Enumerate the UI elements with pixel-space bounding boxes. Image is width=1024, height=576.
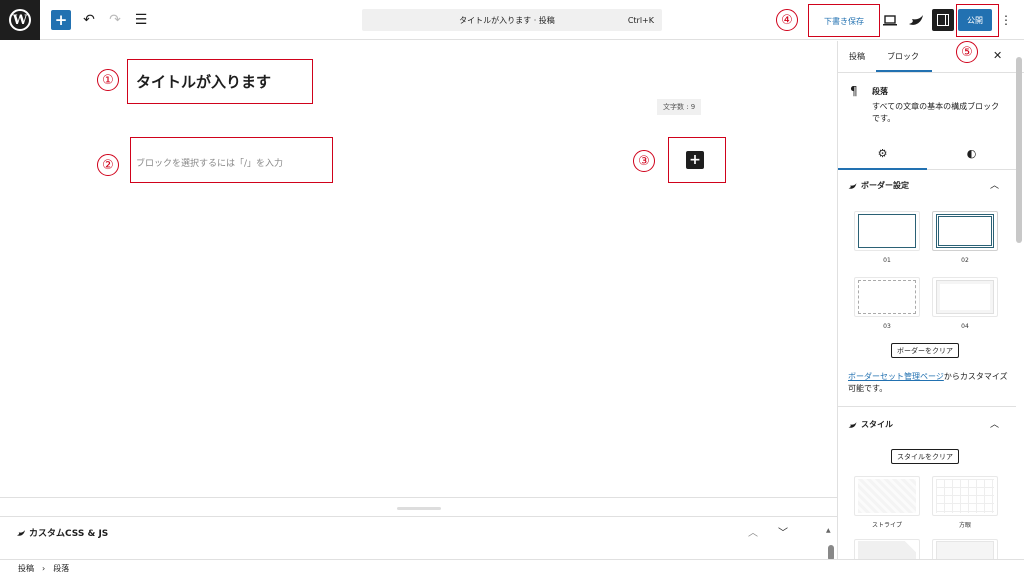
move-down-icon[interactable]: ﹀ — [778, 524, 788, 539]
block-inspector-tabs: ⚙ ◐ — [838, 138, 1016, 170]
metabox-title-label: カスタムCSS & JS — [29, 529, 109, 539]
settings-sidebar: 投稿 ブロック ✕ ¶ 段落 すべての文章の基本の構成ブロックです。 ⚙ ◐ ボ… — [837, 41, 1024, 559]
close-icon[interactable]: ✕ — [993, 49, 1002, 62]
plugin-leaf-icon[interactable] — [906, 10, 926, 30]
block-inserter-toggle-button[interactable]: + — [51, 10, 71, 30]
sidebar-scrollbar[interactable] — [1016, 57, 1022, 243]
annotation-number-4: ④ — [776, 9, 798, 31]
style-preset-box[interactable] — [932, 539, 998, 559]
plugin-leaf-icon — [848, 421, 857, 428]
annotation-number-1: ① — [97, 69, 119, 91]
metabox-area: カスタムCSS & JS ︿ ﹀ ▲ — [0, 497, 837, 561]
scroll-up-arrow-icon[interactable]: ▲ — [826, 527, 831, 534]
panel-divider — [838, 406, 1016, 407]
border-settings-panel-title[interactable]: ボーダー設定 — [848, 180, 909, 191]
block-breadcrumb: 投稿 › 段落 — [0, 559, 1024, 576]
annotation-box-save-draft — [808, 4, 880, 37]
chevron-up-icon[interactable]: ︿ — [990, 178, 999, 191]
block-name: 段落 — [872, 87, 888, 96]
style-preset-label: 方眼 — [958, 522, 971, 529]
border-preset-label: 04 — [961, 323, 969, 330]
style-panel-label: スタイル — [861, 420, 893, 429]
border-preset-label: 01 — [883, 257, 891, 264]
laptop-icon[interactable] — [880, 10, 900, 30]
metabox-header: カスタムCSS & JS ︿ ﹀ ▲ — [0, 516, 837, 561]
paragraph-icon: ¶ — [850, 84, 858, 98]
annotation-box-publish — [956, 4, 999, 37]
style-preset-label: ストライプ — [871, 522, 902, 529]
undo-icon[interactable]: ↶ — [79, 10, 99, 30]
border-settings-label: ボーダー設定 — [861, 181, 909, 190]
plugin-leaf-icon — [848, 182, 857, 189]
border-preset-01[interactable] — [854, 211, 920, 251]
style-preset-stripe[interactable] — [854, 476, 920, 516]
sidebar-tabs: 投稿 ブロック ✕ — [838, 41, 1024, 73]
annotation-box-paragraph — [130, 137, 333, 183]
tab-block[interactable]: ブロック — [887, 51, 919, 62]
command-shortcut: Ctrl+K — [627, 15, 654, 25]
gear-icon[interactable]: ⚙ — [838, 138, 927, 170]
border-preset-02[interactable] — [932, 211, 998, 251]
chevron-up-icon[interactable]: ︿ — [990, 417, 999, 430]
document-title: タイトルが入ります · 投稿 — [459, 15, 555, 25]
breadcrumb-item-post[interactable]: 投稿 — [18, 563, 34, 574]
metabox-resize-handle[interactable] — [397, 507, 441, 510]
border-help-text: ボーダーセット管理ページからカスタマイズ可能です。 — [848, 371, 1008, 395]
annotation-box-title — [127, 59, 313, 104]
plugin-leaf-icon — [17, 529, 25, 536]
redo-icon[interactable]: ↷ — [105, 10, 125, 30]
border-preset-label: 02 — [961, 257, 969, 264]
breadcrumb-item-paragraph[interactable]: 段落 — [53, 563, 69, 574]
block-description: すべての文章の基本の構成ブロックです。 — [872, 102, 1000, 123]
border-set-management-link[interactable]: ボーダーセット管理ページ — [848, 372, 944, 381]
custom-css-js-metabox-title[interactable]: カスタムCSS & JS — [16, 526, 108, 539]
style-preset-page[interactable] — [854, 539, 920, 559]
character-count-badge: 文字数 : 9 — [657, 99, 702, 115]
active-tab-indicator — [876, 70, 932, 72]
wordpress-icon: W — [9, 9, 31, 31]
editor-canvas: タイトルが入ります 文字数 : 9 ブロックを選択するには「/」を入力 + — [0, 41, 837, 497]
annotation-number-3: ③ — [633, 150, 655, 172]
settings-sidebar-toggle-icon[interactable] — [932, 9, 954, 31]
border-preset-03[interactable] — [854, 277, 920, 317]
move-up-icon[interactable]: ︿ — [748, 524, 758, 539]
border-preset-04[interactable] — [932, 277, 998, 317]
list-view-icon[interactable]: ☰ — [131, 10, 151, 30]
wordpress-logo-button[interactable]: W — [0, 0, 40, 40]
annotation-box-inserter — [668, 137, 726, 183]
more-options-icon[interactable]: ⋮ — [998, 10, 1014, 30]
annotation-number-2: ② — [97, 154, 119, 176]
style-panel-title[interactable]: スタイル — [848, 419, 893, 430]
annotation-number-5: ⑤ — [956, 41, 978, 63]
style-preset-grid[interactable] — [932, 476, 998, 516]
styles-half-circle-icon[interactable]: ◐ — [927, 138, 1016, 168]
document-bar[interactable]: タイトルが入ります · 投稿 Ctrl+K — [362, 9, 662, 31]
border-preset-label: 03 — [883, 323, 891, 330]
clear-style-button[interactable]: スタイルをクリア — [891, 449, 959, 464]
clear-border-button[interactable]: ボーダーをクリア — [891, 343, 959, 358]
breadcrumb-separator-icon: › — [42, 563, 46, 573]
tab-post[interactable]: 投稿 — [849, 51, 865, 62]
